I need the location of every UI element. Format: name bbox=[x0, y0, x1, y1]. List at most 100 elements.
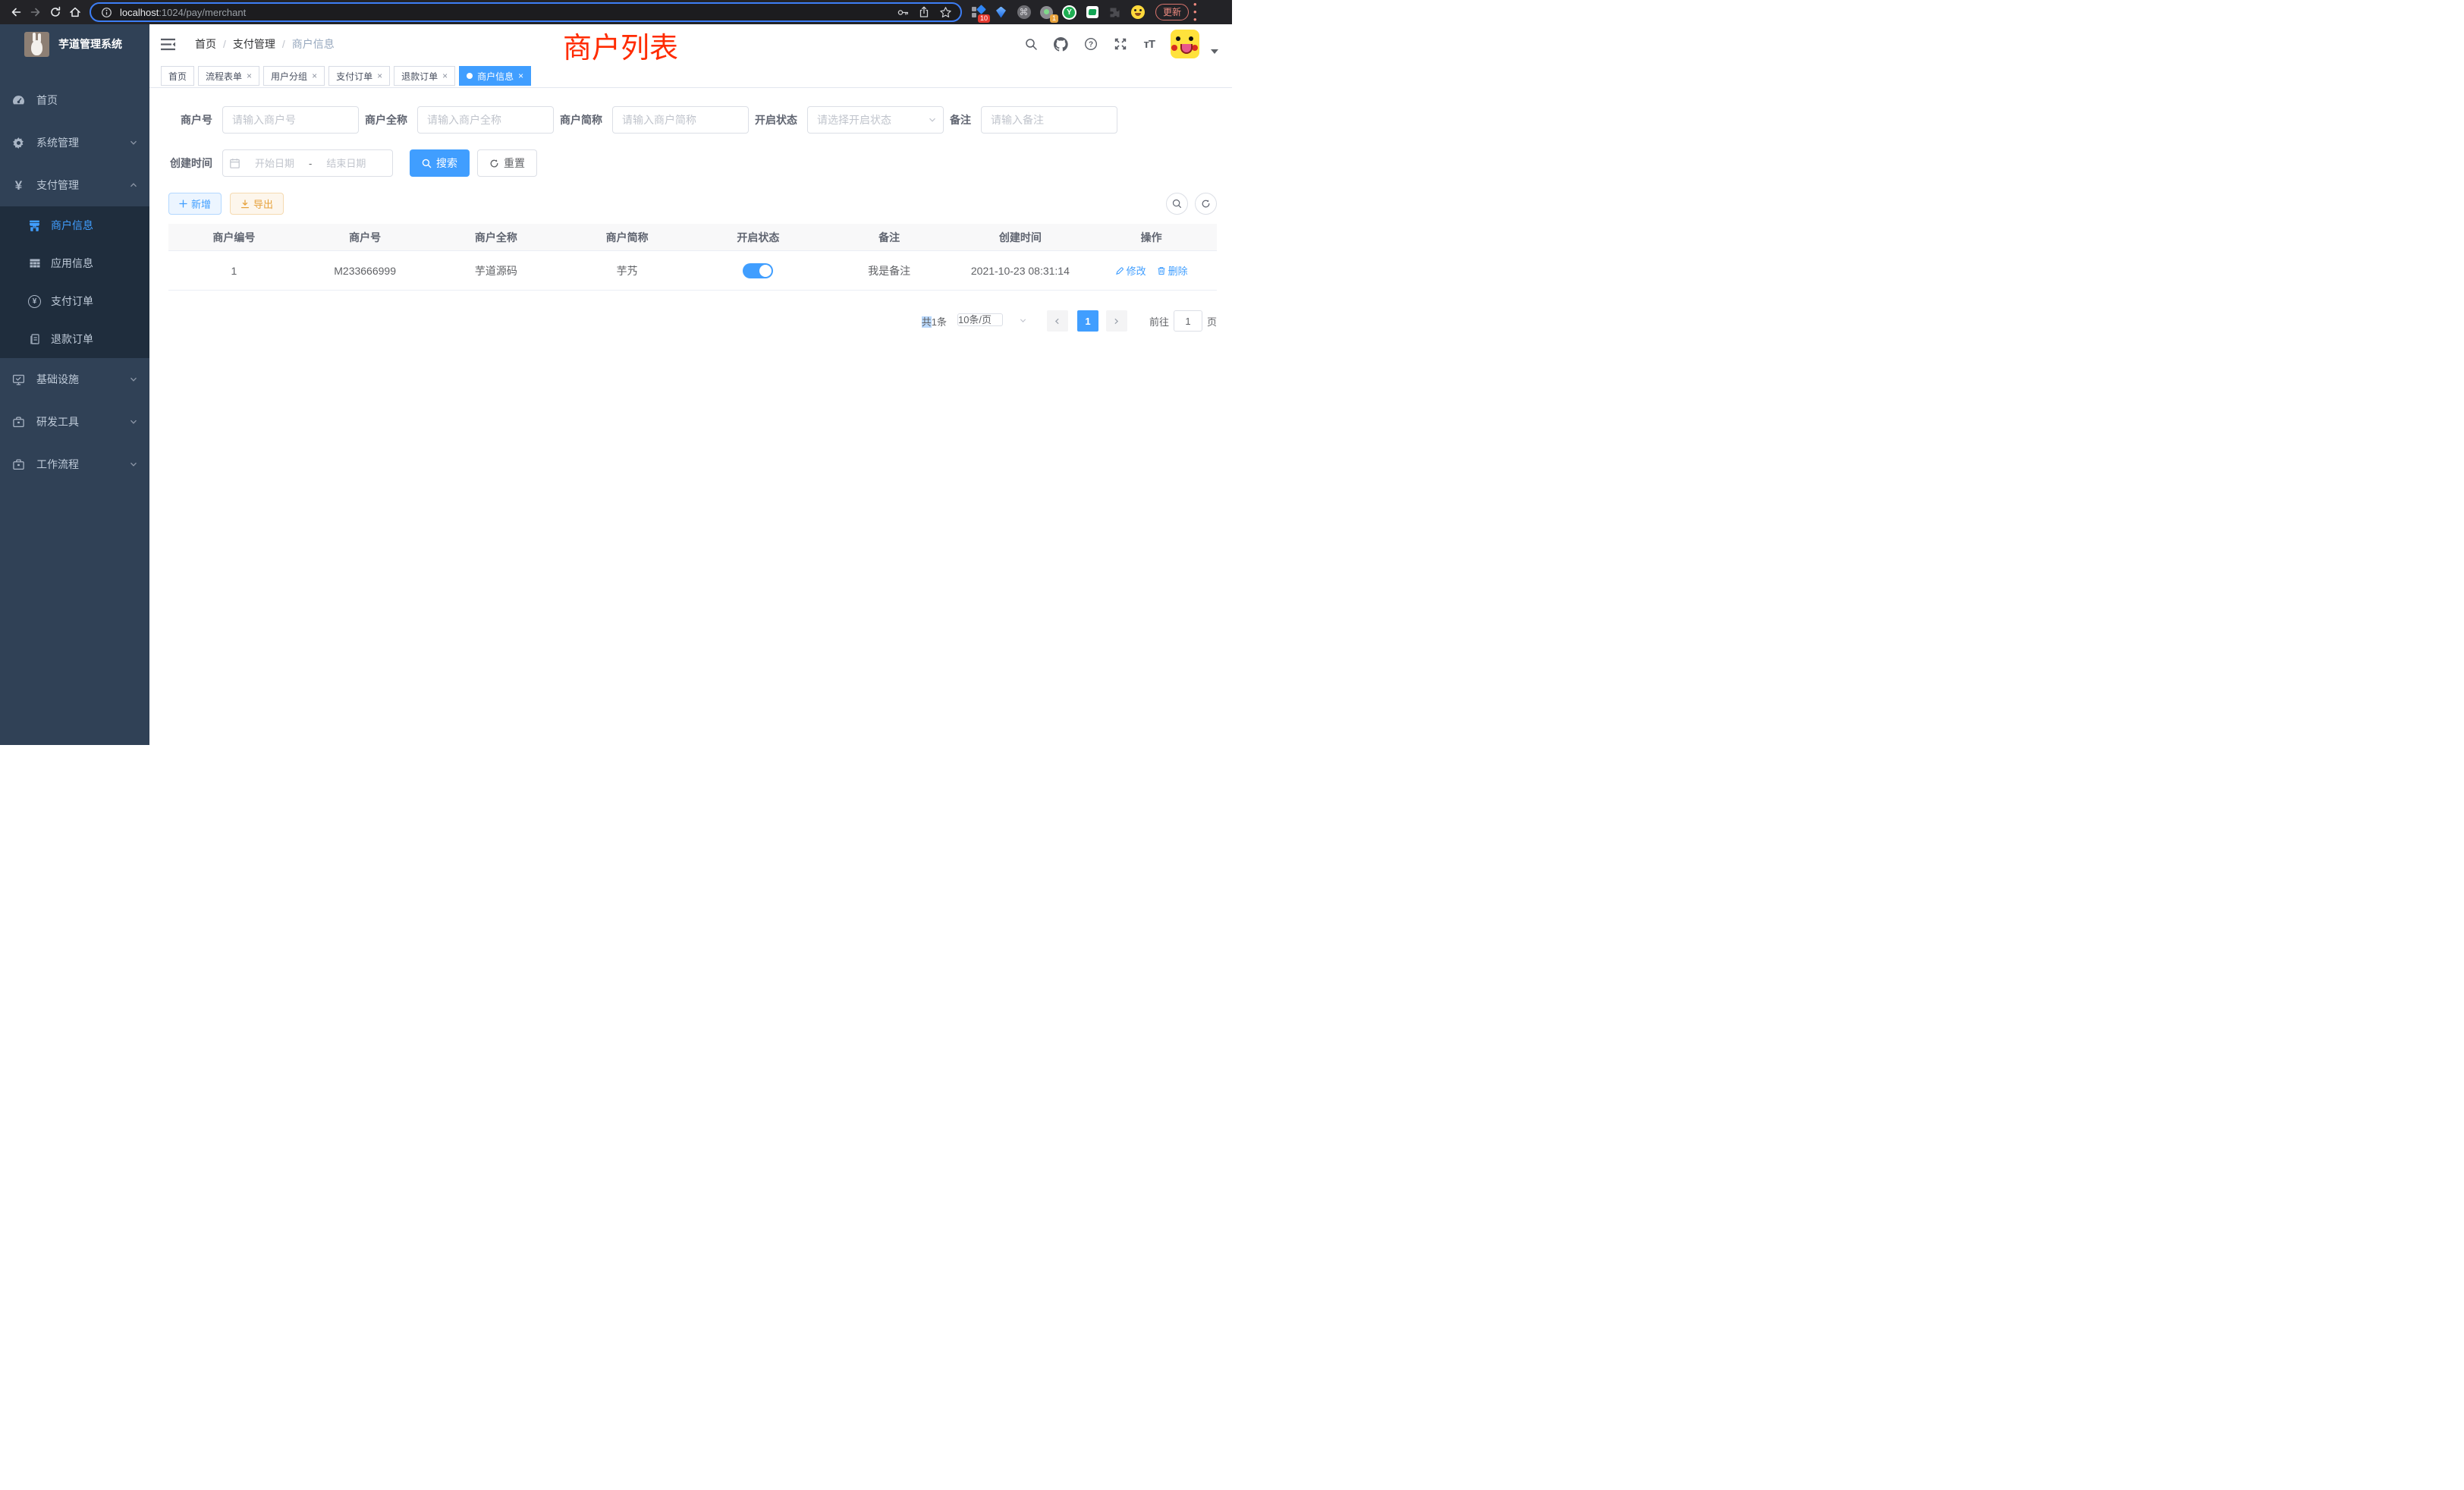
github-icon[interactable] bbox=[1054, 37, 1068, 52]
close-icon[interactable]: × bbox=[518, 71, 523, 80]
refresh-table-button[interactable] bbox=[1195, 193, 1217, 215]
tab-pay-order[interactable]: 支付订单 × bbox=[328, 66, 390, 86]
sidebar-item-system[interactable]: 系统管理 bbox=[0, 121, 149, 164]
merchant-no-label: 商户号 bbox=[168, 112, 212, 127]
sidebar-item-dev-tools[interactable]: 研发工具 bbox=[0, 401, 149, 443]
gear-icon bbox=[12, 137, 25, 149]
extensions-puzzle-icon[interactable] bbox=[1108, 5, 1122, 20]
col-status: 开启状态 bbox=[693, 230, 824, 245]
chat-extension-icon[interactable] bbox=[1085, 5, 1099, 20]
tab-manager-extension-icon[interactable]: 10 bbox=[971, 5, 985, 20]
tab-merchant-info[interactable]: 商户信息× bbox=[459, 66, 531, 86]
browser-refresh-icon[interactable] bbox=[46, 2, 65, 22]
close-icon[interactable]: × bbox=[377, 71, 382, 80]
info-icon[interactable] bbox=[99, 7, 114, 18]
password-key-icon[interactable] bbox=[895, 6, 910, 19]
address-bar[interactable]: localhost:1024/pay/merchant bbox=[90, 2, 962, 22]
browser-forward-icon[interactable] bbox=[26, 2, 46, 22]
date-end-input[interactable] bbox=[315, 158, 377, 169]
sidebar-item-label: 支付管理 bbox=[36, 178, 129, 193]
shop-icon bbox=[28, 219, 41, 232]
share-icon[interactable] bbox=[916, 6, 932, 18]
briefcase-icon bbox=[12, 458, 25, 471]
goto-page-input[interactable] bbox=[1174, 310, 1202, 332]
emoji-extension-icon[interactable] bbox=[1130, 5, 1145, 20]
sidebar-item-merchant-info[interactable]: 商户信息 bbox=[0, 206, 149, 244]
chrome-update-button[interactable]: 更新 bbox=[1155, 4, 1189, 20]
short-name-label: 商户简称 bbox=[560, 112, 602, 127]
breadcrumb-home[interactable]: 首页 bbox=[195, 36, 216, 52]
sidebar-item-refund-order[interactable]: 退款订单 bbox=[0, 320, 149, 358]
user-avatar-pikachu[interactable] bbox=[1171, 30, 1199, 58]
annotation-merchant-list: 商户列表 bbox=[563, 24, 678, 66]
app-logo-row[interactable]: 芋道管理系统 bbox=[0, 24, 149, 64]
short-name-input[interactable] bbox=[612, 106, 749, 134]
tab-label: 支付订单 bbox=[336, 70, 372, 83]
sidebar-item-workflow[interactable]: 工作流程 bbox=[0, 443, 149, 486]
merchant-no-input[interactable] bbox=[222, 106, 359, 134]
tab-process-form[interactable]: 流程表单× bbox=[198, 66, 259, 86]
tab-label: 首页 bbox=[168, 70, 187, 83]
chrome-menu-icon[interactable]: ••• bbox=[1193, 1, 1197, 24]
collapse-sidebar-icon[interactable] bbox=[161, 38, 175, 51]
font-size-icon[interactable]: тT bbox=[1143, 38, 1155, 51]
bookmark-star-icon[interactable] bbox=[938, 6, 953, 19]
col-merchant-id: 商户编号 bbox=[168, 230, 300, 245]
date-separator: - bbox=[309, 158, 312, 169]
help-question-icon[interactable]: ? bbox=[1084, 37, 1098, 51]
date-range-picker[interactable]: - bbox=[222, 149, 393, 177]
notify-extension-icon[interactable]: 1 bbox=[1039, 5, 1054, 20]
sidebar-item-pay[interactable]: ¥ 支付管理 bbox=[0, 164, 149, 206]
sidebar-item-home[interactable]: 首页 bbox=[0, 79, 149, 121]
delete-link[interactable]: 删除 bbox=[1157, 263, 1188, 278]
close-icon[interactable]: × bbox=[312, 71, 317, 80]
tab-refund-order[interactable]: 退款订单× bbox=[394, 66, 455, 86]
tab-home[interactable]: 首页 bbox=[161, 66, 194, 86]
date-start-input[interactable] bbox=[244, 158, 306, 169]
show-search-button[interactable] bbox=[1166, 193, 1188, 215]
sidebar-item-app-info[interactable]: 应用信息 bbox=[0, 244, 149, 282]
edit-link[interactable]: 修改 bbox=[1115, 263, 1146, 278]
cell-remark: 我是备注 bbox=[824, 263, 955, 278]
fullscreen-icon[interactable] bbox=[1114, 37, 1127, 51]
sidebar-item-label: 研发工具 bbox=[36, 414, 129, 429]
search-button[interactable]: 搜索 bbox=[410, 149, 470, 177]
breadcrumb-pay[interactable]: 支付管理 bbox=[233, 36, 275, 52]
goto-label: 前往 bbox=[1149, 314, 1169, 328]
status-toggle[interactable] bbox=[743, 263, 773, 278]
avatar-caret-down-icon[interactable] bbox=[1211, 49, 1218, 54]
chevron-down-icon bbox=[129, 138, 138, 147]
remark-input[interactable] bbox=[981, 106, 1117, 134]
close-icon[interactable]: × bbox=[442, 71, 448, 80]
sidebar-item-label: 工作流程 bbox=[36, 457, 129, 472]
url-path: :1024/pay/merchant bbox=[159, 7, 246, 18]
chevron-down-icon bbox=[129, 375, 138, 384]
browser-back-icon[interactable] bbox=[6, 2, 26, 22]
browser-home-icon[interactable] bbox=[65, 2, 85, 22]
created-time-label: 创建时间 bbox=[168, 156, 212, 171]
tab-user-group[interactable]: 用户分组× bbox=[263, 66, 325, 86]
page-number-1[interactable]: 1 bbox=[1077, 310, 1098, 332]
add-button[interactable]: 新增 bbox=[168, 193, 222, 215]
sidebar-item-infra[interactable]: 基础设施 bbox=[0, 358, 149, 401]
col-remark: 备注 bbox=[824, 230, 955, 245]
full-name-input[interactable] bbox=[417, 106, 554, 134]
cell-full-name: 芋道源码 bbox=[431, 263, 562, 278]
chevron-down-icon bbox=[1019, 316, 1027, 325]
sidebar-item-pay-order[interactable]: ¥ 支付订单 bbox=[0, 282, 149, 320]
command-extension-icon[interactable]: ⌘ bbox=[1017, 5, 1031, 20]
add-button-label: 新增 bbox=[191, 196, 211, 211]
page-size-select[interactable]: 10条/页 bbox=[957, 313, 1003, 326]
y-extension-icon[interactable]: Y bbox=[1062, 5, 1076, 20]
header-search-icon[interactable] bbox=[1025, 38, 1038, 51]
reset-button[interactable]: 重置 bbox=[477, 149, 537, 177]
next-page-button[interactable] bbox=[1106, 310, 1127, 332]
breadcrumb: 首页 / 支付管理 / 商户信息 bbox=[195, 36, 335, 52]
prev-page-button[interactable] bbox=[1047, 310, 1068, 332]
export-button-label: 导出 bbox=[253, 196, 273, 211]
gem-extension-icon[interactable] bbox=[994, 5, 1008, 20]
status-select[interactable] bbox=[807, 106, 944, 134]
close-icon[interactable]: × bbox=[247, 71, 252, 80]
extension-badge: 1 bbox=[1050, 14, 1058, 23]
export-button[interactable]: 导出 bbox=[230, 193, 284, 215]
